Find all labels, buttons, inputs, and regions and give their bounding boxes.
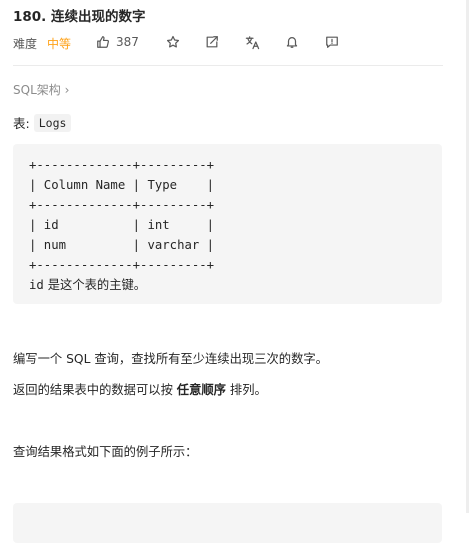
primary-key-text: 是这个表的主键。 [43,278,147,292]
translate-icon [245,35,259,49]
feedback-button[interactable] [324,34,340,50]
primary-key-code: id [29,278,44,292]
table-intro: 表: Logs [13,113,72,132]
difficulty-badge: 中等 [47,37,72,51]
example-code-block [13,503,442,543]
thumbs-up-icon [97,36,109,48]
header-divider [13,65,443,66]
table-name-code: Logs [33,113,72,132]
translate-button[interactable] [244,34,260,50]
share-icon [206,36,218,48]
schema-code-block: +-------------+---------+ | Column Name … [13,144,442,304]
schema-table-text: +-------------+---------+ | Column Name … [29,158,215,272]
breadcrumb-label: SQL架构 [13,83,61,97]
like-count: 387 [116,35,139,49]
comment-icon [326,36,338,48]
description-p2-bold: 任意顺序 [176,383,226,397]
description-paragraph-3: 查询结果格式如下面的例子所示： [13,445,198,459]
difficulty-label: 难度 [13,37,38,51]
description-p2-prefix: 返回的结果表中的数据可以按 [13,383,177,397]
favorite-button[interactable] [165,34,181,50]
subscribe-button[interactable] [284,34,300,50]
breadcrumb[interactable]: SQL架构 › [13,81,69,98]
bell-icon [286,37,298,48]
star-icon [166,35,180,48]
chevron-right-icon: › [64,83,70,97]
table-intro-label: 表: [13,116,30,131]
problem-meta-bar: 难度 中等 387 [13,33,443,51]
like-button[interactable]: 387 [96,33,139,51]
primary-key-note: id 是这个表的主键。 [29,275,146,293]
problem-title: 180. 连续出现的数字 [13,9,146,25]
description-p2-suffix: 排列。 [225,383,267,397]
share-button[interactable] [204,34,220,50]
description-paragraph-2: 返回的结果表中的数据可以按 任意顺序 排列。 [13,380,267,398]
description-paragraph-1: 编写一个 SQL 查询，查找所有至少连续出现三次的数字。 [13,352,328,366]
